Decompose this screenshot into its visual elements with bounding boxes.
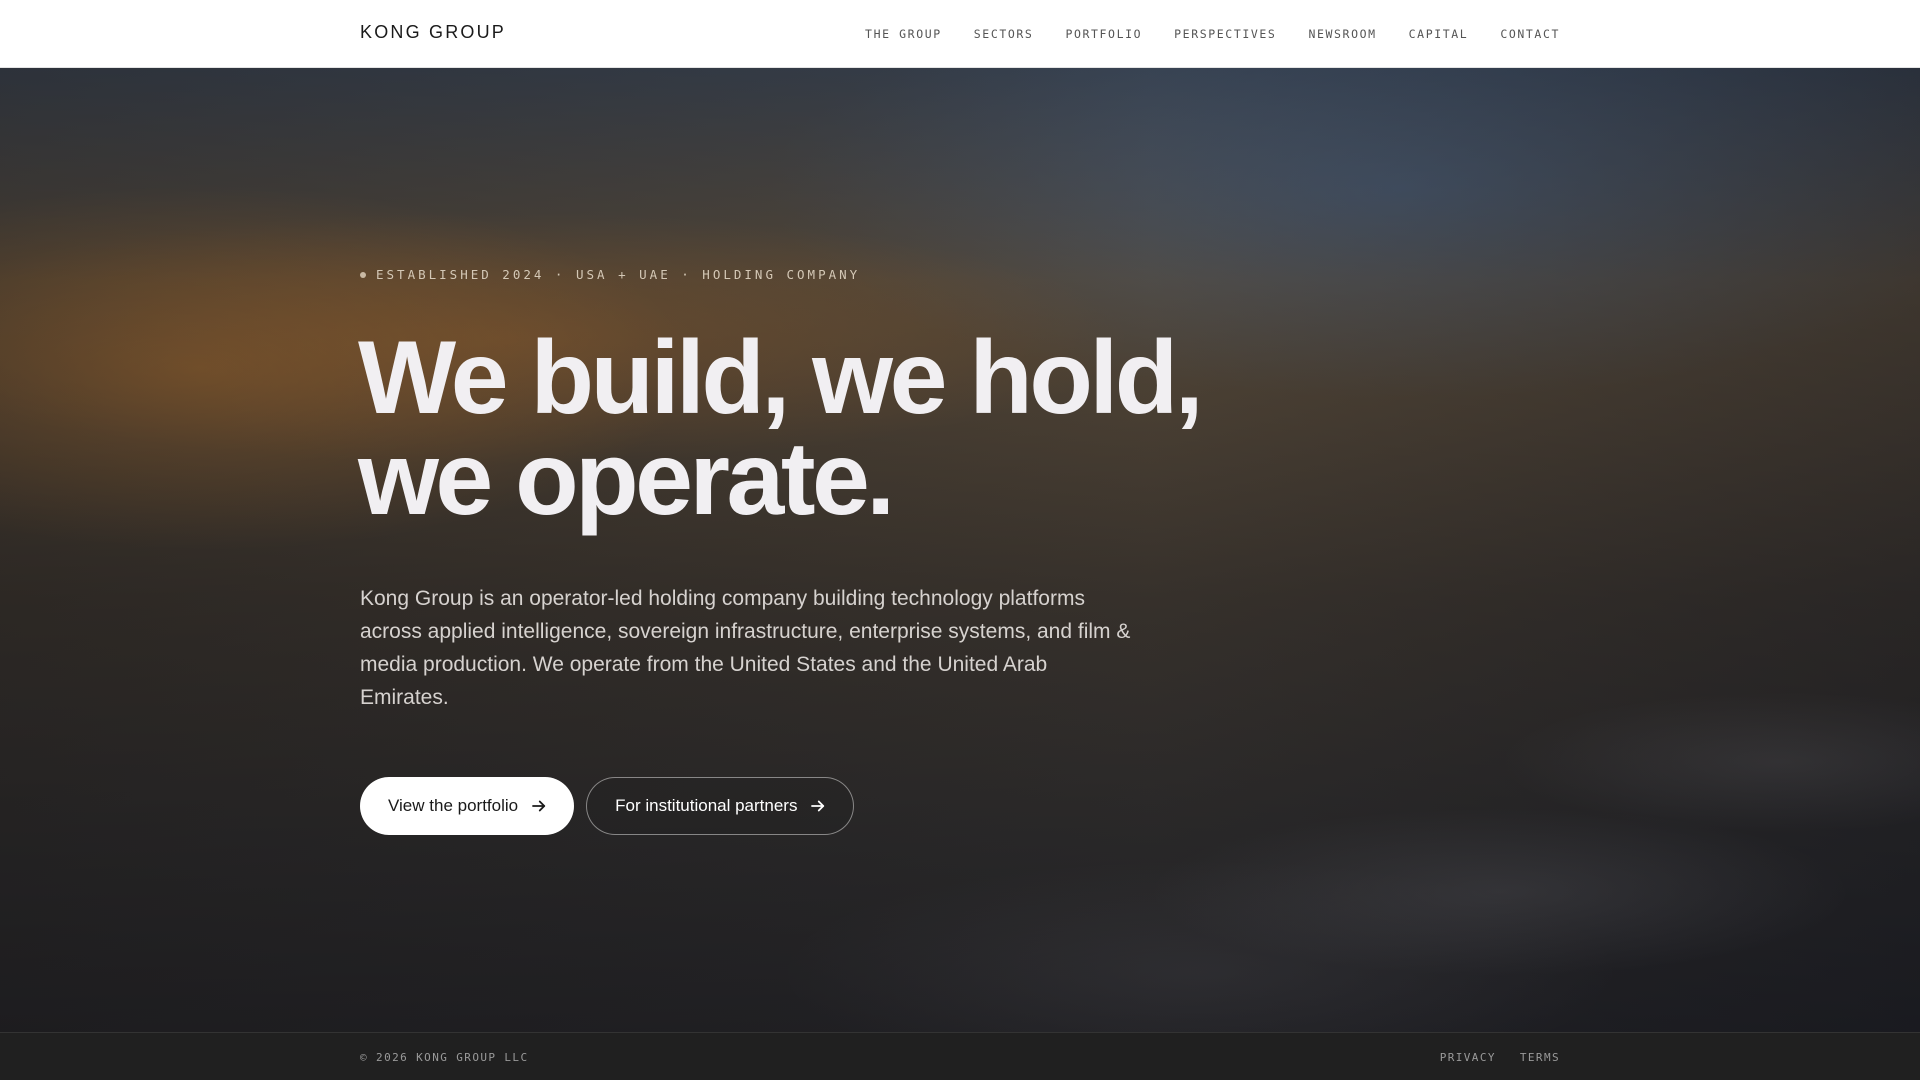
nav-item-perspectives[interactable]: PERSPECTIVES [1174,27,1276,41]
site-footer: © 2026 KONG GROUP LLC PRIVACY TERMS [0,1032,1920,1080]
footer-link-privacy[interactable]: PRIVACY [1440,1051,1496,1064]
view-portfolio-label: View the portfolio [388,796,519,815]
view-portfolio-button[interactable]: View the portfolio [360,777,575,835]
footer-links: PRIVACY TERMS [1440,1051,1560,1064]
copyright-text: © 2026 KONG GROUP LLC [360,1051,529,1064]
arrow-right-icon [532,800,546,812]
nav-item-portfolio[interactable]: PORTFOLIO [1065,27,1142,41]
brand-logo[interactable]: KONG GROUP [360,22,506,43]
nav-item-contact[interactable]: CONTACT [1500,27,1560,41]
institutional-partners-label: For institutional partners [615,796,798,815]
top-navigation: KONG GROUP THE GROUP SECTORS PORTFOLIO P… [0,0,1920,68]
headline-line-2: we operate. [358,421,895,537]
hero-headline: We build, we hold, we operate. [358,320,1358,537]
headline-line-1: We build, we hold, [358,320,1204,436]
arrow-right-icon [811,800,825,812]
eyebrow-text: ESTABLISHED 2024 · USA + UAE · HOLDING C… [376,267,861,282]
eyebrow-dot-icon [360,271,366,278]
nav-item-sectors[interactable]: SECTORS [974,27,1034,41]
institutional-partners-button[interactable]: For institutional partners [586,777,855,835]
footer-link-terms[interactable]: TERMS [1520,1051,1560,1064]
hero-cta-row: View the portfolio For institutional par… [360,777,855,835]
nav-item-newsroom[interactable]: NEWSROOM [1308,27,1376,41]
nav-links: THE GROUP SECTORS PORTFOLIO PERSPECTIVES… [865,27,1560,41]
hero-section: ESTABLISHED 2024 · USA + UAE · HOLDING C… [0,68,1920,1032]
nav-item-capital[interactable]: CAPITAL [1409,27,1469,41]
hero-description: Kong Group is an operator-led holding co… [360,587,1131,709]
hero-eyebrow: ESTABLISHED 2024 · USA + UAE · HOLDING C… [360,267,860,282]
nav-item-the-group[interactable]: THE GROUP [865,27,942,41]
